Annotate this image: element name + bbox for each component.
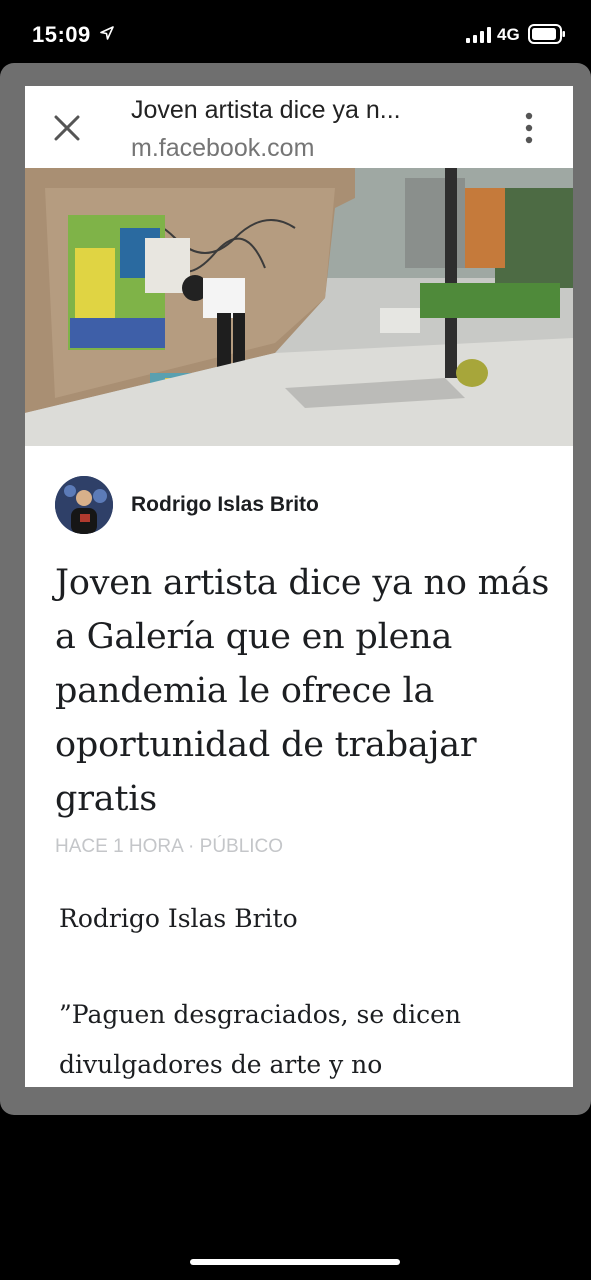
location-arrow-icon [100, 26, 114, 40]
avatar[interactable] [55, 476, 113, 534]
page-title: Joven artista dice ya n... [131, 96, 401, 124]
author-row[interactable]: Rodrigo Islas Brito [55, 476, 555, 536]
more-vertical-icon[interactable] [519, 110, 539, 146]
article-headline: Joven artista dice ya no más a Galería q… [55, 563, 550, 819]
battery-icon [528, 24, 565, 44]
status-bar: 15:09 4G [0, 0, 591, 64]
status-time: 15:09 [32, 22, 91, 47]
close-icon[interactable] [49, 110, 85, 146]
article-byline: Rodrigo Islas Brito [59, 904, 298, 933]
custom-tab-toolbar: Joven artista dice ya n... m.facebook.co… [25, 86, 573, 168]
network-type: 4G [497, 25, 520, 44]
author-name[interactable]: Rodrigo Islas Brito [131, 493, 319, 517]
signal-bars-icon [466, 27, 491, 43]
article-photo [25, 168, 573, 446]
home-indicator[interactable] [190, 1259, 400, 1265]
article-body: ”Paguen desgraciados, se dicen divulgado… [59, 1000, 461, 1079]
browser-sheet: Joven artista dice ya n... m.facebook.co… [25, 86, 573, 1087]
post-meta: HACE 1 HORA · PÚBLICO [55, 836, 284, 857]
page-url[interactable]: m.facebook.com [131, 134, 314, 163]
